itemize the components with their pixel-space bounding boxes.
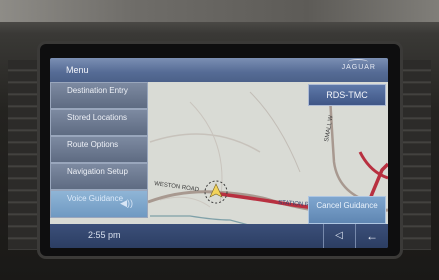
menu-item-destination-entry[interactable]: Destination Entry	[50, 82, 148, 109]
clock: 2:55 pm	[88, 230, 121, 240]
rds-tmc-button[interactable]: RDS-TMC	[308, 84, 386, 106]
menu-item-navigation-setup[interactable]: Navigation Setup	[50, 163, 148, 190]
navigation-screen: Menu JAGUAR WESTON ROAD STATION ROAD SMA…	[50, 58, 388, 248]
menu-item-label: Destination Entry	[67, 86, 128, 95]
menu-item-voice-guidance[interactable]: Voice Guidance ◀))	[50, 190, 148, 218]
menu-item-label: Voice Guidance	[67, 194, 124, 203]
menu-item-label: Navigation Setup	[67, 167, 128, 176]
background-wall	[0, 0, 439, 22]
brand-logo: JAGUAR	[341, 64, 376, 71]
air-vent-right	[397, 60, 431, 250]
menu-item-stored-locations[interactable]: Stored Locations	[50, 109, 148, 136]
navigation-menu: Destination Entry Stored Locations Route…	[50, 82, 150, 224]
air-vent-left	[8, 60, 42, 250]
menu-item-label: Route Options	[67, 140, 119, 149]
volume-icon: ◁	[335, 230, 343, 241]
page-title: Menu	[66, 65, 89, 75]
menu-item-label: Stored Locations	[67, 113, 128, 122]
bottom-bar: 2:55 pm ◁ ←	[50, 224, 388, 248]
volume-button[interactable]: ◁	[323, 224, 354, 248]
back-arrow-icon: ←	[366, 229, 378, 243]
menu-item-route-options[interactable]: Route Options	[50, 136, 148, 163]
speaker-icon: ◀))	[120, 198, 133, 208]
back-button[interactable]: ←	[355, 224, 388, 248]
cancel-guidance-button[interactable]: Cancel Guidance	[308, 196, 386, 224]
top-bar: Menu JAGUAR	[50, 58, 388, 82]
